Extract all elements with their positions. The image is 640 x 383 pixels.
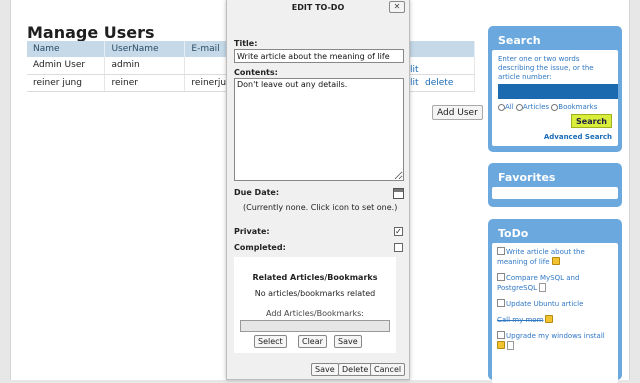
user-username-cell: admin [104, 57, 186, 75]
column-header-username[interactable]: UserName [104, 41, 186, 57]
edit-todo-dialog: EDIT TO-DO ✕ Title: Contents: Don't leav… [226, 0, 410, 380]
contents-field[interactable]: Don't leave out any details. [234, 78, 404, 181]
completed-label: Completed: [234, 243, 286, 252]
search-panel: Search Enter one or two words describing… [488, 26, 622, 152]
todo-link[interactable]: Write article about the meaning of life [497, 248, 585, 266]
close-button[interactable]: ✕ [389, 1, 405, 13]
search-input[interactable] [498, 84, 618, 99]
contents-label: Contents: [234, 68, 278, 77]
save-button[interactable]: Save [311, 363, 339, 376]
due-date-label: Due Date: [234, 188, 280, 197]
todo-panel-title: ToDo [498, 227, 529, 240]
title-field[interactable] [234, 49, 404, 63]
radio-articles-label: Articles [522, 103, 550, 111]
add-user-button[interactable]: Add User [432, 105, 483, 120]
related-input[interactable] [240, 320, 390, 332]
radio-articles[interactable] [515, 103, 523, 111]
select-button[interactable]: Select [254, 335, 287, 348]
delete-user-link[interactable]: delete [425, 78, 453, 88]
add-related-label: Add Articles/Bookmarks: [266, 309, 364, 318]
user-username-cell: reiner [104, 74, 186, 92]
related-articles-panel: Related Articles/Bookmarks No articles/b… [234, 257, 396, 353]
clear-button[interactable]: Clear [298, 335, 327, 348]
completed-checkbox[interactable] [394, 243, 403, 252]
document-icon [538, 283, 546, 292]
due-date-note: (Currently none. Click icon to set one.) [243, 203, 398, 212]
todo-link[interactable]: Upgrade my windows install [506, 332, 605, 340]
lock-icon [551, 257, 560, 265]
todo-link[interactable]: Call my mom [497, 316, 543, 324]
search-button[interactable]: Search [571, 114, 612, 128]
related-empty-text: No articles/bookmarks related [254, 289, 376, 298]
search-description: Enter one or two words describing the is… [498, 55, 594, 81]
lock-icon [545, 315, 554, 323]
private-label: Private: [234, 227, 270, 236]
list-item: Upgrade my windows install [497, 331, 613, 351]
checkmark-icon: ✓ [395, 227, 402, 236]
radio-bookmarks-label: Bookmarks [558, 103, 598, 111]
title-label: Title: [234, 39, 258, 48]
cancel-button[interactable]: Cancel [370, 363, 406, 376]
radio-all-label: All [505, 103, 514, 111]
todo-checkbox[interactable] [497, 299, 505, 307]
related-title: Related Articles/Bookmarks [252, 273, 378, 282]
favorites-panel-title: Favorites [498, 171, 556, 184]
todo-list: Write article about the meaning of life … [492, 243, 618, 383]
user-name-cell: Admin User [27, 57, 106, 75]
favorites-panel: Favorites [488, 163, 622, 207]
todo-link[interactable]: Update Ubuntu article [506, 300, 583, 308]
todo-panel: ToDo Write article about the meaning of … [488, 219, 622, 383]
search-panel-body: Enter one or two words describing the is… [492, 50, 618, 146]
document-icon [507, 341, 514, 350]
related-save-button[interactable]: Save [334, 335, 362, 348]
radio-all[interactable] [498, 103, 505, 111]
lock-icon [497, 341, 505, 349]
private-checkbox[interactable]: ✓ [394, 227, 403, 236]
delete-button[interactable]: Delete [338, 363, 373, 376]
dialog-title: EDIT TO-DO [291, 3, 345, 12]
todo-checkbox[interactable] [497, 247, 505, 255]
search-panel-title: Search [498, 34, 541, 47]
list-item: Compare MySQL and PostgreSQL [497, 273, 613, 293]
edit-user-link[interactable]: lit [410, 78, 419, 88]
user-name-cell: reiner jung [27, 74, 106, 92]
list-item: Write article about the meaning of life [497, 247, 613, 267]
advanced-search-link[interactable]: Advanced Search [498, 133, 612, 141]
calendar-icon[interactable] [393, 188, 404, 199]
list-item: Update Ubuntu article [497, 299, 613, 309]
edit-user-link[interactable]: lit [410, 65, 419, 75]
page-title: Manage Users [27, 23, 155, 42]
favorites-panel-body [492, 187, 618, 199]
column-header-name[interactable]: Name [27, 41, 106, 57]
todo-checkbox[interactable] [497, 273, 505, 281]
todo-checkbox[interactable] [497, 331, 505, 339]
list-item: Call my mom [497, 315, 613, 325]
search-scope-options: All Articles Bookmarks [498, 103, 612, 111]
